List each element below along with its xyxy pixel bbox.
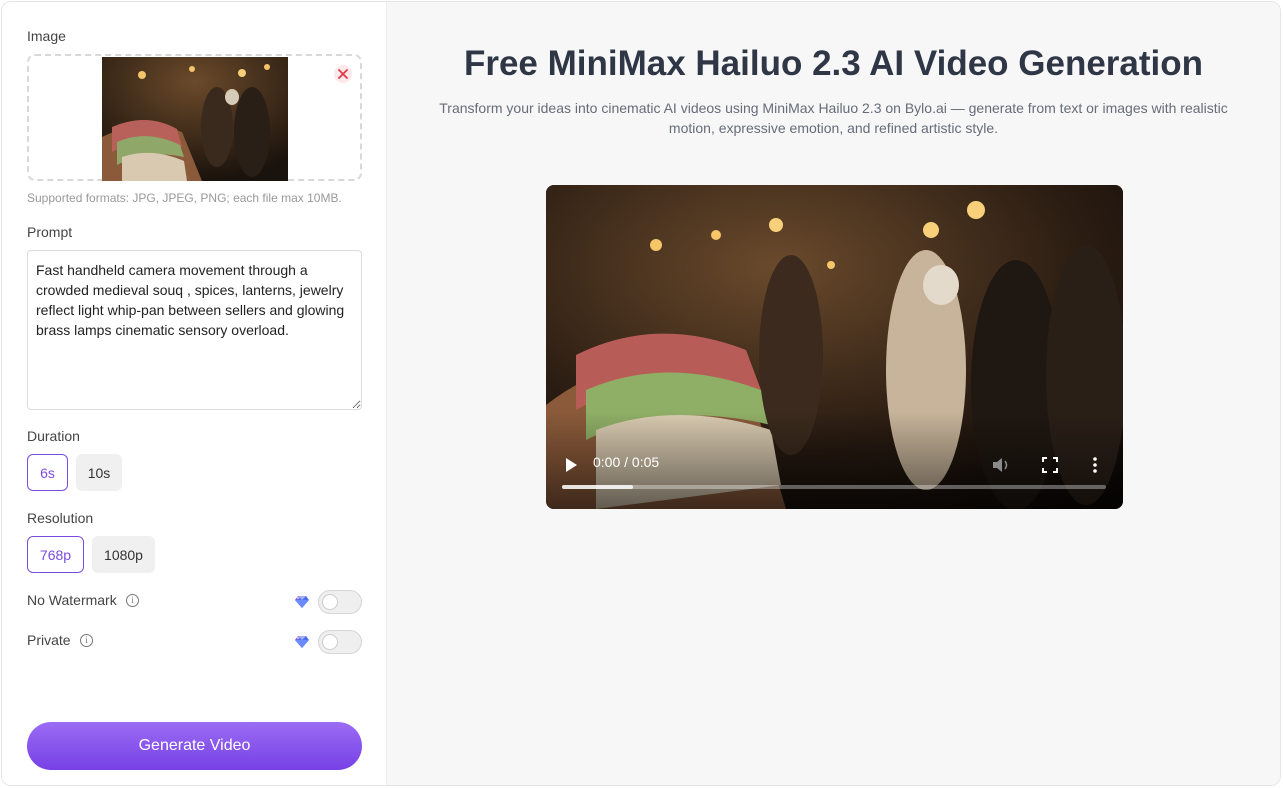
prompt-label: Prompt: [27, 224, 73, 240]
private-label: Private: [27, 632, 71, 648]
diamond-icon: [295, 596, 309, 608]
duration-option-6s[interactable]: 6s: [27, 454, 68, 491]
preview-panel: Free MiniMax Hailuo 2.3 AI Video Generat…: [387, 2, 1280, 785]
fullscreen-icon[interactable]: [1042, 457, 1058, 473]
remove-image-button[interactable]: [334, 65, 352, 83]
more-vertical-icon[interactable]: [1092, 457, 1098, 473]
toggle-knob: [322, 594, 338, 610]
video-controls: [546, 439, 1123, 509]
upload-hint: Supported formats: JPG, JPEG, PNG; each …: [27, 191, 342, 205]
duration-label: Duration: [27, 428, 80, 444]
play-icon[interactable]: [564, 457, 578, 473]
image-label: Image: [27, 28, 66, 44]
video-progress-fill: [562, 485, 633, 489]
video-time: 0:00 / 0:05: [593, 454, 660, 470]
diamond-icon: [295, 636, 309, 648]
video-progress-bar[interactable]: [562, 485, 1106, 489]
generate-video-button[interactable]: Generate Video: [27, 722, 362, 770]
app-window: Image Supported formats: JPG, JPEG, PNG;…: [1, 1, 1281, 786]
no-watermark-label: No Watermark: [27, 592, 117, 608]
image-upload-area[interactable]: [27, 54, 362, 181]
duration-option-10s[interactable]: 10s: [76, 454, 122, 491]
volume-icon[interactable]: [991, 456, 1011, 474]
page-title: Free MiniMax Hailuo 2.3 AI Video Generat…: [463, 44, 1204, 83]
prompt-input[interactable]: [27, 250, 362, 410]
no-watermark-toggle[interactable]: [318, 590, 362, 614]
resolution-option-768p[interactable]: 768p: [27, 536, 84, 573]
close-icon: [338, 69, 348, 79]
info-icon[interactable]: i: [126, 594, 139, 607]
uploaded-image-thumbnail: [102, 57, 288, 181]
resolution-option-1080p[interactable]: 1080p: [92, 536, 155, 573]
page-subtitle: Transform your ideas into cinematic AI v…: [439, 100, 1228, 136]
resolution-label: Resolution: [27, 510, 94, 526]
toggle-knob: [322, 634, 338, 650]
settings-panel: Image Supported formats: JPG, JPEG, PNG;…: [2, 2, 387, 785]
info-icon[interactable]: i: [80, 634, 93, 647]
private-toggle[interactable]: [318, 630, 362, 654]
video-player[interactable]: 0:00 / 0:05: [546, 185, 1123, 509]
